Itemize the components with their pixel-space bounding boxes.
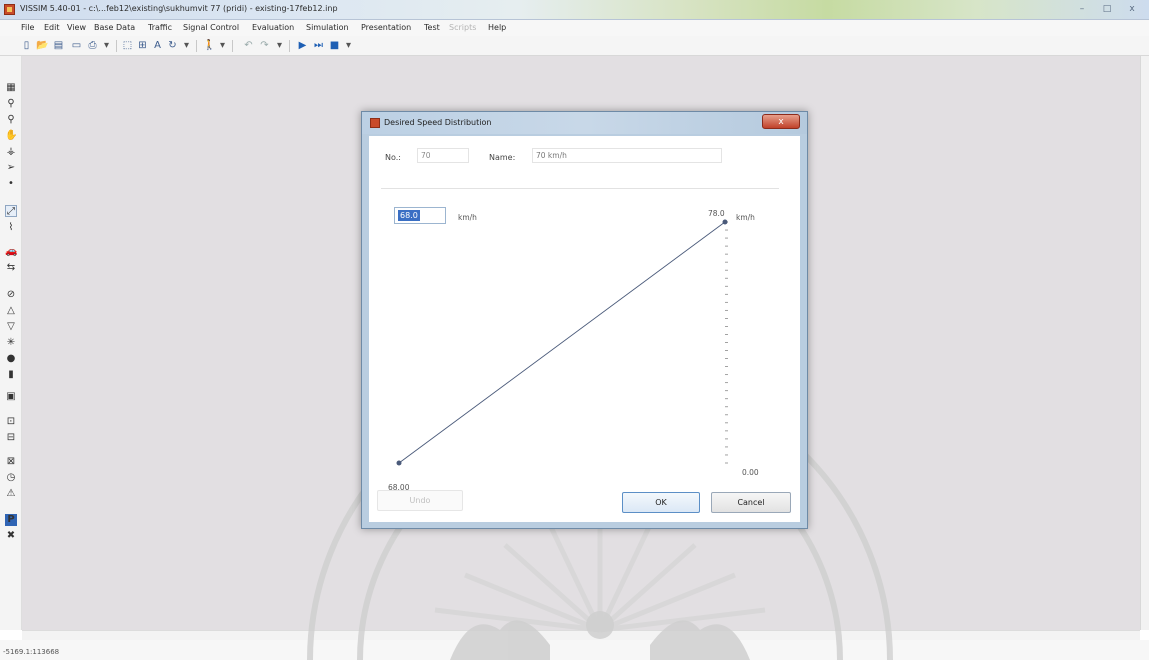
menu-presentation[interactable]: Presentation [361,23,411,32]
arrow-tool-icon[interactable]: ➢ [5,162,17,174]
vertical-scrollbar[interactable] [1140,56,1149,630]
menu-evaluation[interactable]: Evaluation [252,23,294,32]
zoom-out-icon[interactable]: ⚲ [5,114,17,126]
dot-icon: • [8,178,14,189]
coordinates-readout: -5169.1:113668 [3,648,60,656]
close-icon: x [778,117,784,127]
stop-sign-icon[interactable]: ⊘ [5,289,17,301]
zero-label: 0.00 [742,468,759,477]
selection-mode-icon[interactable]: ⊞ [136,39,149,52]
cancel-button[interactable]: Cancel [711,492,791,513]
save-icon[interactable]: ▤ [52,39,65,52]
menu-simulation[interactable]: Simulation [306,23,349,32]
distribution-point-start [396,460,402,466]
vissim-app-icon [4,4,15,15]
nodes-icon[interactable]: ⊠ [5,456,17,468]
stop-icon[interactable]: ■ [328,39,341,52]
title-bar: VISSIM 5.40-01 - c:\...feb12\existing\su… [0,0,1149,20]
network-icon[interactable]: ▦ [5,82,17,94]
left-toolbar: ▦ ⚲ ⚲ ✋ ⚶ ➢ • ⤢ ⌇ 🚗 ⇆ ⊘ △ ▽ ✳ ● ▮ ▣ ⊡ ⊟ … [0,56,22,630]
undo-button[interactable]: Undo [377,490,463,511]
menu-bar: File Edit View Base Data Traffic Signal … [0,20,1149,36]
pin-icon[interactable]: ⚶ [5,146,17,158]
status-bar: -5169.1:113668 [0,640,1149,660]
menu-traffic[interactable]: Traffic [148,23,172,32]
horizontal-scrollbar[interactable] [22,630,1140,640]
new-icon[interactable]: ▯ [20,39,33,52]
clock-icon[interactable]: ◷ [5,472,17,484]
menu-edit[interactable]: Edit [44,23,60,32]
dialog-body: No.: 70 Name: 70 km/h 68.0 km/h 78.0 km/… [369,136,800,522]
menu-test[interactable]: Test [424,23,440,32]
menu-scripts[interactable]: Scripts [449,23,476,32]
step-icon[interactable]: ⏭ [312,39,325,52]
dialog-title-bar[interactable]: Desired Speed Distribution x [362,112,807,134]
menu-base-data[interactable]: Base Data [94,23,135,32]
minimize-button[interactable]: – [1071,3,1093,16]
priority-rule-icon[interactable]: ▽ [5,321,17,333]
vissim-app-icon [370,118,380,128]
links-tool-icon[interactable]: ⤢ [5,205,17,217]
dropdown-icon[interactable]: ▾ [342,39,355,52]
print-preview-icon[interactable]: ▭ [70,39,83,52]
conflict-area-icon[interactable]: ✳ [5,337,17,349]
routing-icon[interactable]: ⇆ [5,262,17,274]
window-title: VISSIM 5.40-01 - c:\...feb12\existing\su… [20,4,338,13]
dialog-close-button[interactable]: x [762,114,800,129]
main-toolbar: ▯ 📂 ▤ ▭ ⎙ ▾ ⬚ ⊞ A ↻ ▾ 🚶 ▾ ↶ ↷ ▾ ▶ ⏭ ■ ▾ [0,36,1149,56]
open-icon[interactable]: 📂 [36,39,49,52]
pedestrian-icon[interactable]: 🚶 [203,39,216,52]
undo-icon[interactable]: ↶ [242,39,255,52]
close-window-button[interactable]: x [1121,3,1143,16]
parking-icon[interactable]: P [5,514,17,526]
desired-speed-distribution-dialog: Desired Speed Distribution x No.: 70 Nam… [361,111,808,529]
bus-icon[interactable]: ⊟ [5,432,17,444]
evaluation-icon[interactable]: ✖ [5,530,17,542]
minimize-icon: – [1079,4,1085,14]
close-icon: x [1129,4,1135,14]
y-axis-ticks [725,221,728,464]
warning-icon[interactable]: △ [5,305,17,317]
zoom-in-icon[interactable]: ⚲ [5,98,17,110]
redo-icon[interactable]: ↷ [258,39,271,52]
vehicle-input-icon[interactable]: 🚗 [5,246,17,258]
cumulative-distribution-line [398,221,726,464]
ok-button[interactable]: OK [622,492,700,513]
dropdown-icon[interactable]: ▾ [100,39,113,52]
maximize-button[interactable]: □ [1096,3,1118,16]
maximize-icon: □ [1102,4,1112,14]
dropdown-icon[interactable]: ▾ [216,39,229,52]
menu-file[interactable]: File [21,23,34,32]
signal-icon[interactable]: ▮ [5,369,17,381]
rotate-icon[interactable]: ↻ [166,39,179,52]
print-icon[interactable]: ⎙ [86,39,99,52]
hazard-icon[interactable]: ⚠ [5,488,17,500]
select-icon[interactable]: ⬚ [121,39,134,52]
dropdown-icon[interactable]: ▾ [273,39,286,52]
speed-distribution-chart[interactable] [369,136,800,522]
menu-signal-control[interactable]: Signal Control [183,23,239,32]
dropdown-icon[interactable]: ▾ [180,39,193,52]
link-icon[interactable]: ⌇ [5,222,17,234]
signal-head-icon[interactable]: ● [5,353,17,365]
menu-view[interactable]: View [67,23,86,32]
transit-stop-icon[interactable]: ⊡ [5,416,17,428]
play-icon[interactable]: ▶ [296,39,309,52]
text-tool-icon[interactable]: A [151,39,164,52]
detector-icon[interactable]: ▣ [5,391,17,403]
distribution-point-end [722,219,728,225]
dialog-title: Desired Speed Distribution [384,118,492,127]
pan-icon[interactable]: ✋ [5,130,17,142]
menu-help[interactable]: Help [488,23,506,32]
